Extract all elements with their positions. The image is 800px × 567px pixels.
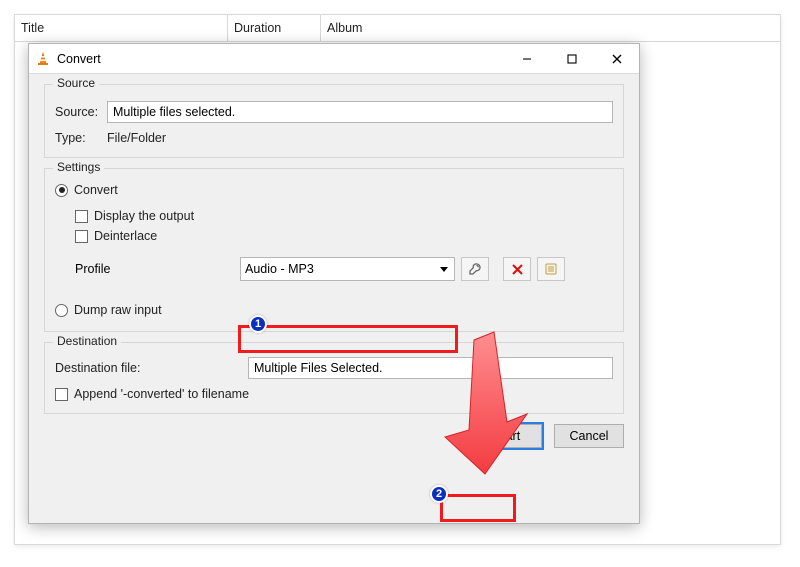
wrench-icon bbox=[468, 262, 482, 276]
profile-value: Audio - MP3 bbox=[245, 262, 440, 276]
column-headers: Title Duration Album bbox=[15, 15, 780, 42]
callout-badge-1: 1 bbox=[249, 315, 267, 333]
x-icon bbox=[512, 264, 523, 275]
display-output-label: Display the output bbox=[94, 209, 194, 223]
convert-radio-label: Convert bbox=[74, 183, 118, 197]
destination-file-label: Destination file: bbox=[55, 361, 240, 375]
checkbox-icon bbox=[75, 210, 88, 223]
dialog-title: Convert bbox=[57, 44, 504, 74]
start-button[interactable]: Start bbox=[472, 424, 542, 448]
maximize-button[interactable] bbox=[549, 44, 594, 74]
type-value: File/Folder bbox=[107, 131, 166, 145]
new-profile-icon bbox=[545, 263, 557, 275]
append-converted-checkbox[interactable]: Append '-converted' to filename bbox=[55, 387, 249, 401]
convert-radio[interactable]: Convert bbox=[55, 183, 118, 197]
destination-group-title: Destination bbox=[53, 334, 121, 348]
titlebar: Convert bbox=[29, 44, 639, 74]
new-profile-button[interactable] bbox=[537, 257, 565, 281]
col-title[interactable]: Title bbox=[15, 15, 228, 42]
source-label: Source: bbox=[55, 105, 99, 119]
type-label: Type: bbox=[55, 131, 99, 145]
col-album[interactable]: Album bbox=[321, 15, 761, 42]
edit-profile-button[interactable] bbox=[461, 257, 489, 281]
col-duration[interactable]: Duration bbox=[228, 15, 321, 42]
deinterlace-label: Deinterlace bbox=[94, 229, 157, 243]
source-input[interactable] bbox=[107, 101, 613, 123]
profile-select[interactable]: Audio - MP3 bbox=[240, 257, 455, 281]
dump-radio[interactable]: Dump raw input bbox=[55, 303, 162, 317]
dump-radio-label: Dump raw input bbox=[74, 303, 162, 317]
close-button[interactable] bbox=[594, 44, 639, 74]
deinterlace-checkbox[interactable]: Deinterlace bbox=[75, 229, 157, 243]
delete-profile-button[interactable] bbox=[503, 257, 531, 281]
source-group: Source Source: Type: File/Folder bbox=[44, 84, 624, 158]
destination-group: Destination Destination file: Append '-c… bbox=[44, 342, 624, 414]
destination-file-input[interactable] bbox=[248, 357, 613, 379]
source-group-title: Source bbox=[53, 76, 99, 90]
append-converted-label: Append '-converted' to filename bbox=[74, 387, 249, 401]
radio-icon bbox=[55, 304, 68, 317]
checkbox-icon bbox=[75, 230, 88, 243]
chevron-down-icon bbox=[440, 267, 448, 272]
settings-group-title: Settings bbox=[53, 160, 104, 174]
radio-icon bbox=[55, 184, 68, 197]
settings-group: Settings Convert Display the output Dein… bbox=[44, 168, 624, 332]
display-output-checkbox[interactable]: Display the output bbox=[75, 209, 194, 223]
vlc-cone-icon bbox=[29, 52, 57, 66]
minimize-button[interactable] bbox=[504, 44, 549, 74]
convert-dialog: Convert Source Source: Type: File/Folder… bbox=[28, 43, 640, 524]
callout-badge-2: 2 bbox=[430, 485, 448, 503]
checkbox-icon bbox=[55, 388, 68, 401]
cancel-button[interactable]: Cancel bbox=[554, 424, 624, 448]
profile-label: Profile bbox=[55, 262, 240, 276]
